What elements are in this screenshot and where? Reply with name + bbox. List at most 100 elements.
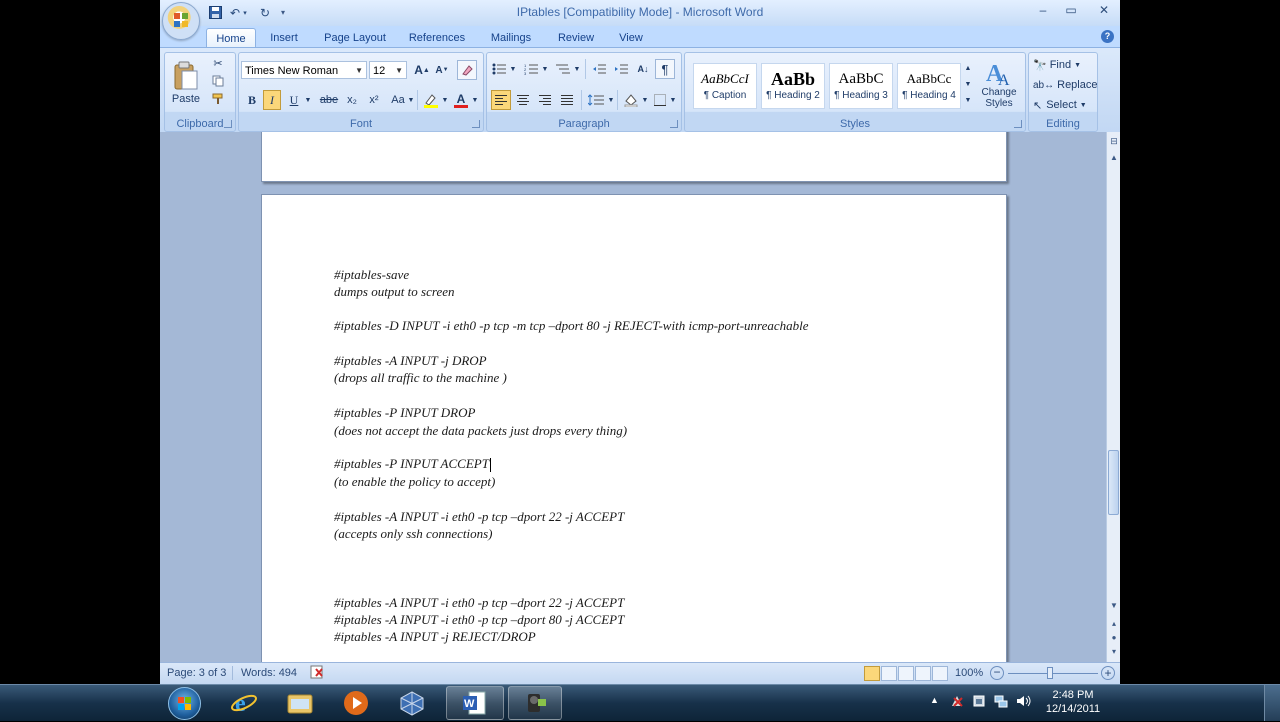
tab-view[interactable]: View (610, 28, 652, 48)
show-formatting-marks-button[interactable]: ¶ (655, 59, 675, 79)
volume-icon[interactable] (1016, 694, 1032, 711)
select-button[interactable]: ↖ Select ▼ (1033, 95, 1093, 115)
scroll-thumb[interactable] (1108, 450, 1119, 515)
underline-dropdown-icon[interactable]: ▼ (303, 90, 313, 110)
multilevel-dropdown-icon[interactable]: ▼ (573, 59, 581, 79)
show-desktop-button[interactable] (1264, 685, 1280, 721)
document-page[interactable]: #iptables-save dumps output to screen #i… (261, 194, 1007, 662)
shrink-font-button[interactable]: A ▼ (433, 60, 451, 80)
paragraph-launcher-icon[interactable] (670, 120, 678, 128)
scroll-up-icon[interactable]: ▲ (1107, 150, 1120, 164)
superscript-button[interactable]: x² (365, 90, 383, 110)
borders-icon[interactable] (651, 90, 669, 110)
ruler-toggle-icon[interactable]: ⊟ (1107, 134, 1120, 148)
network-icon[interactable] (994, 694, 1008, 711)
bold-button[interactable]: B (243, 90, 261, 110)
zoom-out-icon[interactable]: − (990, 666, 1004, 680)
page-count[interactable]: Page: 3 of 3 (167, 667, 226, 679)
numbering-dropdown-icon[interactable]: ▼ (541, 59, 549, 79)
style-heading-3[interactable]: AaBbC ¶ Heading 3 (829, 63, 893, 109)
close-button[interactable]: ✕ (1090, 1, 1118, 19)
show-hidden-icons[interactable]: ▲ (930, 695, 939, 705)
copy-icon[interactable] (209, 73, 227, 89)
change-styles-button[interactable]: A A Change Styles (977, 55, 1021, 113)
style-heading-2[interactable]: AaBb ¶ Heading 2 (761, 63, 825, 109)
zoom-in-icon[interactable]: + (1101, 666, 1115, 680)
cut-icon[interactable]: ✂ (209, 55, 227, 71)
taskbar-word[interactable]: W (446, 686, 504, 720)
previous-page-icon[interactable]: ▴ (1107, 616, 1120, 630)
print-layout-view-icon[interactable] (864, 666, 880, 681)
format-painter-icon[interactable] (209, 91, 227, 107)
change-case-dropdown-icon[interactable]: ▼ (407, 90, 415, 110)
grow-font-button[interactable]: A ▲ (413, 60, 431, 80)
web-layout-icon[interactable] (898, 666, 914, 681)
font-family-combo[interactable]: Times New Roman ▼ (241, 61, 367, 79)
font-launcher-icon[interactable] (472, 120, 480, 128)
decrease-indent-icon[interactable] (589, 59, 609, 79)
styles-scroll-down-icon[interactable]: ▼ (962, 77, 974, 91)
start-button[interactable] (168, 687, 201, 720)
borders-dropdown-icon[interactable]: ▼ (669, 90, 677, 110)
highlight-icon[interactable] (421, 90, 441, 110)
tab-references[interactable]: References (404, 28, 470, 48)
outline-view-icon[interactable] (915, 666, 931, 681)
office-button[interactable] (162, 2, 200, 40)
proofing-icon[interactable] (310, 665, 326, 682)
tab-insert[interactable]: Insert (260, 28, 308, 48)
line-spacing-icon[interactable] (585, 90, 607, 110)
next-page-icon[interactable]: ▾ (1107, 644, 1120, 658)
replace-button[interactable]: ab↔ Replace (1033, 75, 1097, 95)
underline-button[interactable]: U (285, 90, 303, 110)
tab-mailings[interactable]: Mailings (482, 28, 540, 48)
subscript-button[interactable]: x₂ (343, 90, 361, 110)
find-button[interactable]: 🔭 Find ▼ (1033, 55, 1093, 75)
font-color-icon[interactable]: A (451, 90, 471, 110)
shading-icon[interactable] (621, 90, 641, 110)
clear-formatting-icon[interactable] (457, 60, 477, 80)
tab-home[interactable]: Home (206, 28, 256, 49)
taskbar-virtualbox[interactable] (386, 686, 438, 720)
vertical-scrollbar[interactable]: ⊟ ▲ ▼ ▴ ● ▾ (1106, 132, 1120, 662)
zoom-level[interactable]: 100% (955, 667, 983, 679)
taskbar-explorer[interactable] (274, 686, 326, 720)
action-center-icon[interactable] (950, 694, 964, 711)
maximize-button[interactable]: ▭ (1058, 1, 1084, 19)
change-case-button[interactable]: Aa (387, 90, 409, 110)
line-spacing-dropdown-icon[interactable]: ▼ (607, 90, 615, 110)
justify-icon[interactable] (557, 90, 577, 110)
styles-more-icon[interactable]: ▼ (962, 93, 974, 107)
tab-review[interactable]: Review (550, 28, 602, 48)
increase-indent-icon[interactable] (611, 59, 631, 79)
strikethrough-button[interactable]: abe (317, 90, 341, 110)
tab-page-layout[interactable]: Page Layout (318, 28, 392, 48)
align-center-icon[interactable] (513, 90, 533, 110)
taskbar-screen-recorder[interactable] (508, 686, 562, 720)
bullets-dropdown-icon[interactable]: ▼ (509, 59, 517, 79)
font-size-combo[interactable]: 12 ▼ (369, 61, 407, 79)
sort-icon[interactable]: A↓ (633, 59, 653, 79)
italic-button[interactable]: I (263, 90, 281, 110)
zoom-slider-track[interactable] (1008, 673, 1098, 674)
word-count[interactable]: Words: 494 (241, 667, 297, 679)
clipboard-launcher-icon[interactable] (224, 120, 232, 128)
align-left-icon[interactable] (491, 90, 511, 110)
draft-view-icon[interactable] (932, 666, 948, 681)
taskbar-media-player[interactable] (330, 686, 382, 720)
paste-button[interactable]: Paste (169, 55, 203, 111)
bullets-icon[interactable] (489, 59, 509, 79)
minimize-button[interactable]: – (1030, 1, 1056, 19)
styles-scroll-up-icon[interactable]: ▲ (962, 61, 974, 75)
help-icon[interactable]: ? (1101, 30, 1114, 43)
style-heading-4[interactable]: AaBbCc ¶ Heading 4 (897, 63, 961, 109)
font-color-dropdown-icon[interactable]: ▼ (471, 90, 479, 110)
scroll-down-icon[interactable]: ▼ (1107, 598, 1120, 612)
style-caption[interactable]: AaBbCcI ¶ Caption (693, 63, 757, 109)
highlight-dropdown-icon[interactable]: ▼ (441, 90, 449, 110)
browse-object-icon[interactable]: ● (1107, 630, 1120, 644)
document-area[interactable]: #iptables-save dumps output to screen #i… (160, 132, 1106, 662)
numbering-icon[interactable]: 123 (521, 59, 541, 79)
full-screen-reading-icon[interactable] (881, 666, 897, 681)
zoom-slider-thumb[interactable] (1047, 667, 1053, 679)
battery-icon[interactable] (972, 694, 986, 711)
